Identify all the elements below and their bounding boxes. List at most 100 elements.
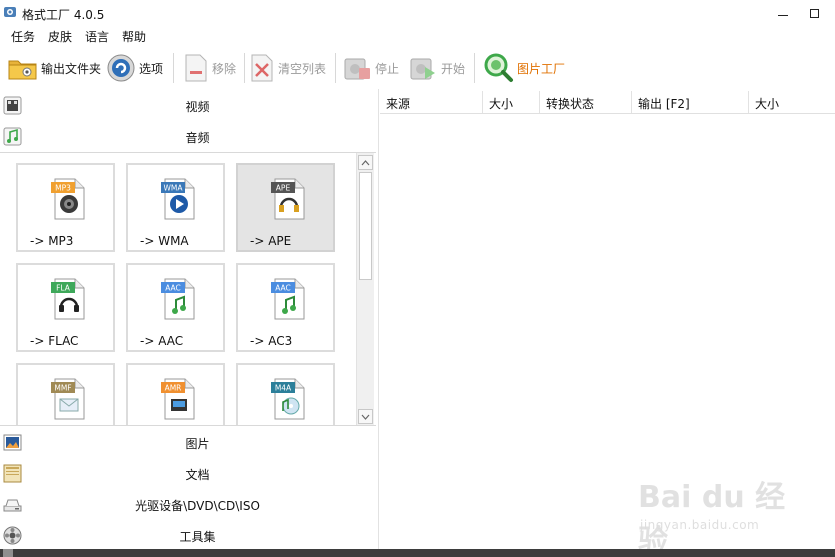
app-logo-icon — [4, 7, 16, 17]
format-tile[interactable]: AAC -> AC3 — [236, 263, 335, 352]
magnifier-icon — [484, 53, 513, 82]
audio-file-icon: AAC — [161, 278, 195, 320]
toolbar: 输出文件夹 选项 移除 清空列表 停止 开始 图片工厂 — [0, 47, 835, 89]
column-output[interactable]: 输出 [F2] — [632, 91, 749, 113]
format-tile[interactable]: M4A — [236, 363, 335, 425]
clear-list-button[interactable]: 清空列表 — [249, 51, 326, 85]
gear-icon — [107, 54, 135, 82]
column-output-size[interactable]: 大小 — [749, 91, 835, 113]
menu-task[interactable]: 任务 — [11, 28, 35, 45]
status-bar — [0, 549, 835, 557]
toolbar-separator — [335, 53, 336, 83]
svg-text:MMF: MMF — [54, 384, 71, 393]
column-status[interactable]: 转换状态 — [540, 91, 632, 113]
svg-text:APE: APE — [276, 184, 291, 193]
stop-button[interactable]: 停止 — [342, 51, 399, 85]
remove-button[interactable]: 移除 — [183, 51, 236, 85]
minimize-icon — [778, 15, 788, 16]
svg-text:FLA: FLA — [56, 284, 71, 293]
start-button[interactable]: 开始 — [408, 51, 465, 85]
category-video-label: 视频 — [185, 100, 210, 114]
svg-text:WMA: WMA — [163, 184, 183, 193]
format-tile-label: -> AAC — [140, 334, 184, 348]
output-folder-label: 输出文件夹 — [41, 61, 102, 76]
clear-list-icon — [251, 54, 273, 82]
category-document-label: 文档 — [185, 468, 210, 482]
format-tile-label: -> MP3 — [30, 234, 74, 248]
svg-text:MP3: MP3 — [55, 184, 71, 193]
stop-icon — [344, 58, 370, 80]
category-optical-drive[interactable]: 光驱设备\DVD\CD\ISO — [0, 489, 376, 520]
category-audio-label: 音频 — [185, 131, 210, 145]
chevron-down-icon — [361, 414, 370, 420]
audio-file-icon: M4A — [271, 378, 305, 420]
category-picture[interactable]: 图片 — [0, 427, 376, 458]
format-tile[interactable]: MMF — [16, 363, 115, 425]
watermark-sub: jingyan.baidu.com — [640, 518, 760, 532]
category-audio[interactable]: 音频 — [0, 121, 376, 152]
panel-divider[interactable] — [378, 89, 379, 549]
svg-text:M4A: M4A — [275, 384, 292, 393]
options-label: 选项 — [139, 61, 164, 76]
format-tile[interactable]: APE -> APE — [236, 163, 335, 252]
audio-file-icon: MMF — [51, 378, 85, 420]
format-tile-label: -> APE — [250, 234, 292, 248]
scroll-thumb[interactable] — [359, 172, 372, 280]
menu-bar: 任务 皮肤 语言 帮助 — [0, 27, 835, 45]
category-tools-label: 工具集 — [179, 530, 216, 544]
picture-factory-label: 图片工厂 — [517, 61, 566, 76]
svg-text:AAC: AAC — [165, 284, 181, 293]
folder-icon — [8, 60, 37, 80]
output-folder-button[interactable]: 输出文件夹 — [8, 51, 101, 85]
start-icon — [410, 58, 435, 80]
options-button[interactable]: 选项 — [106, 51, 163, 85]
menu-language[interactable]: 语言 — [85, 28, 109, 45]
audio-file-icon: AAC — [271, 278, 305, 320]
format-tile[interactable]: FLA -> FLAC — [16, 263, 115, 352]
watermark-main: Bai du 经验 — [638, 480, 786, 557]
category-tools[interactable]: 工具集 — [0, 520, 376, 551]
format-tile-label: -> AC3 — [250, 334, 293, 348]
audio-format-grid: MP3 -> MP3 WMA -> WMA APE -> APE FLA -> … — [0, 152, 376, 426]
remove-label: 移除 — [212, 61, 237, 76]
svg-text:AAC: AAC — [275, 284, 291, 293]
task-list-header: 来源 大小 转换状态 输出 [F2] 大小 — [380, 91, 835, 114]
category-document[interactable]: 文档 — [0, 458, 376, 489]
audio-file-icon: MP3 — [51, 178, 85, 220]
category-video[interactable]: 视频 — [0, 90, 376, 121]
maximize-button[interactable] — [797, 0, 831, 27]
baidu-watermark: Bai du 经验 jingyan.baidu.com — [638, 464, 798, 557]
format-tile-label: -> FLAC — [30, 334, 79, 348]
stop-label: 停止 — [375, 61, 400, 76]
menu-help[interactable]: 帮助 — [122, 28, 146, 45]
menu-skin[interactable]: 皮肤 — [48, 28, 72, 45]
scroll-up-button[interactable] — [358, 155, 373, 170]
format-tile-label: -> WMA — [140, 234, 189, 248]
start-label: 开始 — [441, 61, 466, 76]
category-optical-drive-label: 光驱设备\DVD\CD\ISO — [135, 499, 260, 513]
audio-file-icon: APE — [271, 178, 305, 220]
column-source[interactable]: 来源 — [380, 91, 483, 113]
vertical-scrollbar[interactable] — [356, 153, 374, 425]
remove-icon — [185, 54, 207, 82]
title-bar: 格式工厂 4.0.5 — [0, 0, 835, 27]
status-indicator — [3, 549, 13, 557]
format-tile[interactable]: WMA -> WMA — [126, 163, 225, 252]
chevron-up-icon — [361, 159, 370, 165]
scroll-down-button[interactable] — [358, 409, 373, 424]
toolbar-separator — [173, 53, 174, 83]
audio-file-icon: AMR — [161, 378, 195, 420]
format-tile[interactable]: AMR — [126, 363, 225, 425]
picture-factory-button[interactable]: 图片工厂 — [482, 51, 565, 85]
category-panel: 视频 音频 MP3 -> MP3 WMA -> WMA APE -> APE F… — [0, 89, 376, 549]
clear-list-label: 清空列表 — [278, 61, 327, 76]
maximize-icon — [809, 9, 819, 18]
minimize-button[interactable] — [766, 0, 800, 27]
format-tile[interactable]: MP3 -> MP3 — [16, 163, 115, 252]
format-tile[interactable]: AAC -> AAC — [126, 263, 225, 352]
toolbar-separator — [474, 53, 475, 83]
category-picture-label: 图片 — [185, 437, 210, 451]
audio-file-icon: FLA — [51, 278, 85, 320]
column-size[interactable]: 大小 — [483, 91, 540, 113]
svg-text:AMR: AMR — [165, 384, 182, 393]
